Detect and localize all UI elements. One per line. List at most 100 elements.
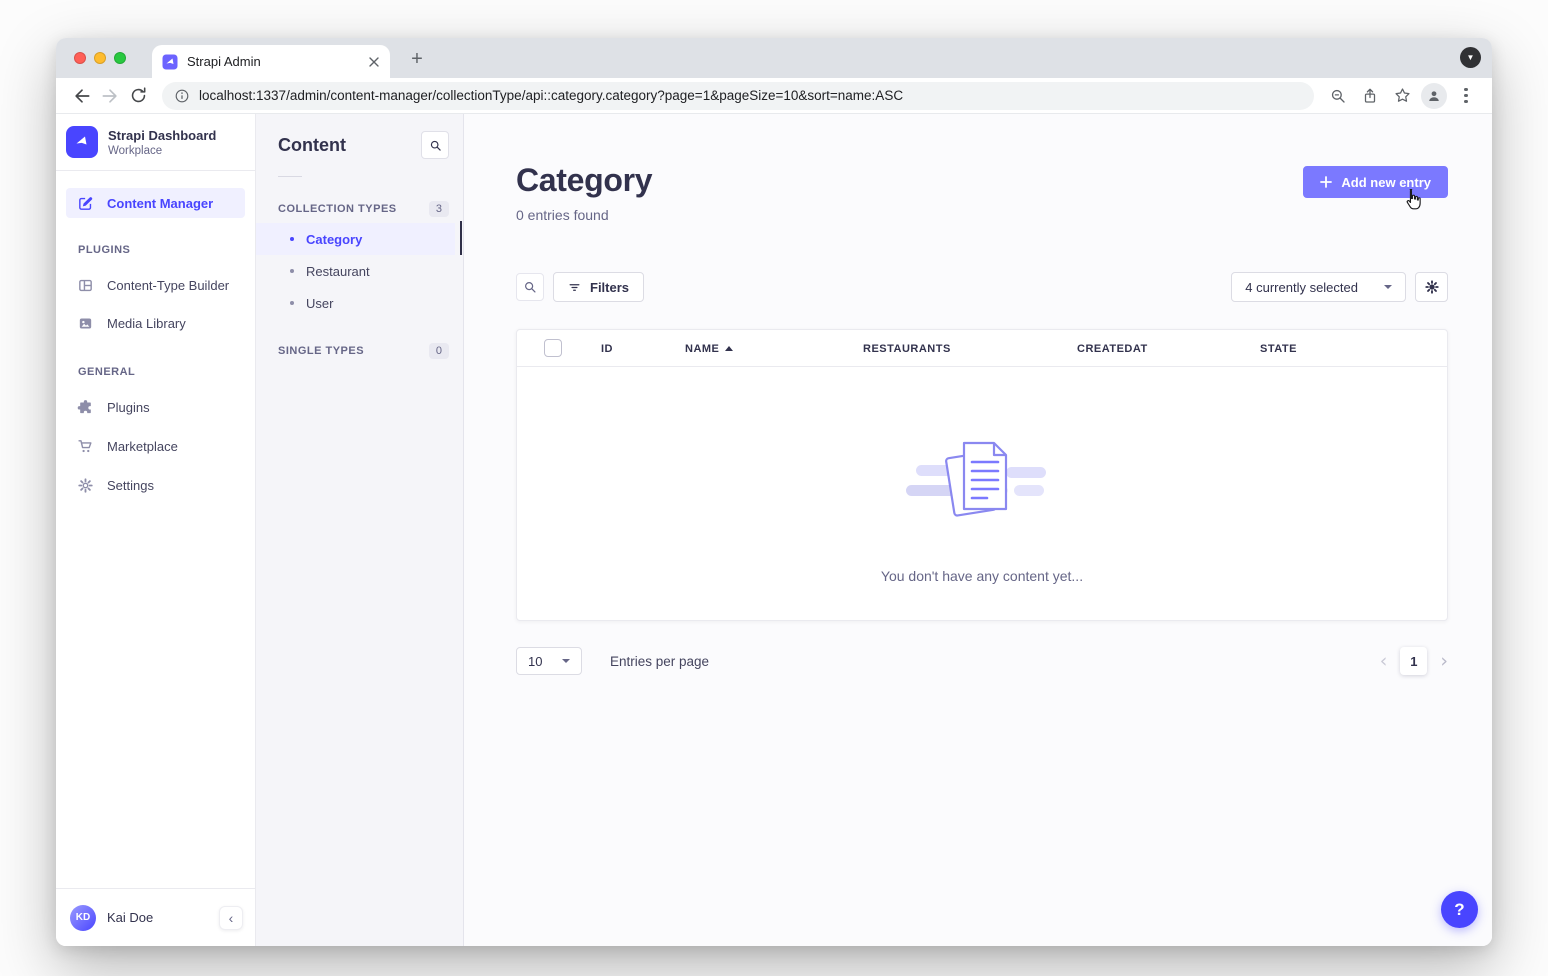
main-sidebar: Strapi Dashboard Workplace Content Manag… — [56, 114, 256, 946]
collapse-sidebar-button[interactable]: ‹ — [219, 906, 243, 930]
gear-icon — [77, 477, 94, 494]
chevron-down-icon — [562, 659, 570, 663]
collection-type-label: User — [306, 296, 333, 311]
url-text: localhost:1337/admin/content-manager/col… — [199, 88, 903, 103]
collection-type-item-user[interactable]: User — [256, 287, 463, 319]
tab-title: Strapi Admin — [187, 54, 368, 69]
fields-selected-dropdown[interactable]: 4 currently selected — [1231, 272, 1406, 302]
column-header-state[interactable]: STATE — [1260, 330, 1297, 367]
layout-grid-icon — [77, 277, 94, 294]
sidebar-item-content-manager[interactable]: Content Manager — [66, 188, 245, 218]
filter-icon — [568, 281, 581, 294]
table-header-row: ID NAME RESTAURANTS CREATEDAT STATE — [517, 330, 1447, 367]
sidebar-item-media-library[interactable]: Media Library — [66, 308, 245, 338]
zoom-search-icon[interactable] — [1324, 82, 1352, 110]
collection-type-label: Restaurant — [306, 264, 370, 279]
content-nav-title: Content — [278, 135, 346, 156]
collection-type-label: Category — [306, 232, 362, 247]
bullet-icon — [290, 269, 294, 273]
help-button[interactable]: ? — [1441, 891, 1478, 928]
column-header-name[interactable]: NAME — [685, 330, 733, 367]
sidebar-item-plugins[interactable]: Plugins — [66, 392, 245, 422]
filters-button[interactable]: Filters — [553, 272, 644, 302]
sidebar-item-label: Plugins — [107, 400, 150, 415]
minimize-window-icon[interactable] — [94, 52, 106, 64]
strapi-app: Strapi Dashboard Workplace Content Manag… — [56, 114, 1492, 946]
collection-types-label: COLLECTION TYPES — [278, 203, 397, 215]
bullet-icon — [290, 237, 294, 241]
bookmark-star-icon[interactable] — [1388, 82, 1416, 110]
pagination-bar: 10 Entries per page ‹ 1 › — [516, 647, 1448, 675]
puzzle-icon — [77, 399, 94, 416]
collection-type-item-restaurant[interactable]: Restaurant — [256, 255, 463, 287]
add-new-entry-button[interactable]: Add new entry — [1303, 166, 1448, 198]
forward-button[interactable] — [96, 82, 124, 110]
cart-icon — [77, 438, 94, 455]
workspace-header[interactable]: Strapi Dashboard Workplace — [56, 114, 255, 170]
share-icon[interactable] — [1356, 82, 1384, 110]
general-section-label: GENERAL — [78, 366, 255, 378]
sidebar-footer: KD Kai Doe ‹ — [56, 888, 255, 946]
column-header-id[interactable]: ID — [601, 330, 613, 367]
strapi-logo-icon — [66, 126, 98, 158]
column-header-restaurants[interactable]: RESTAURANTS — [863, 330, 951, 367]
content-nav-divider — [278, 176, 302, 177]
content-sidebar: Content COLLECTION TYPES 3 Category Rest… — [256, 114, 464, 946]
page-number-button[interactable]: 1 — [1400, 647, 1427, 675]
column-header-createdat[interactable]: CREATEDAT — [1077, 330, 1148, 367]
url-bar[interactable]: localhost:1337/admin/content-manager/col… — [162, 82, 1314, 110]
browser-tab[interactable]: Strapi Admin — [152, 45, 390, 78]
previous-page-button[interactable]: ‹ — [1380, 652, 1388, 671]
next-page-button[interactable]: › — [1440, 652, 1448, 671]
browser-window: Strapi Admin + ▼ localhost:1337/admin/co… — [56, 38, 1492, 946]
scrollbar-thumb[interactable] — [460, 221, 463, 255]
browser-extension-badge-icon[interactable]: ▼ — [1460, 47, 1481, 68]
collection-types-count: 3 — [429, 201, 449, 217]
browser-toolbar: localhost:1337/admin/content-manager/col… — [56, 78, 1492, 114]
strapi-favicon — [162, 54, 178, 70]
page-size-dropdown[interactable]: 10 — [516, 647, 582, 675]
new-tab-button[interactable]: + — [404, 46, 430, 72]
entries-per-page-label: Entries per page — [610, 654, 709, 669]
edit-pen-icon — [77, 195, 94, 212]
chevron-down-icon — [1384, 285, 1392, 289]
sidebar-item-content-type-builder[interactable]: Content-Type Builder — [66, 270, 245, 300]
main-content: Category 0 entries found Add new entry — [464, 114, 1492, 946]
entries-found-text: 0 entries found — [516, 207, 652, 223]
single-types-count: 0 — [429, 343, 449, 359]
bullet-icon — [290, 301, 294, 305]
sidebar-item-settings[interactable]: Settings — [66, 470, 245, 500]
zoom-window-icon[interactable] — [114, 52, 126, 64]
sort-ascending-icon — [725, 346, 733, 351]
workspace-subtitle: Workplace — [108, 145, 216, 157]
sidebar-item-label: Media Library — [107, 316, 186, 331]
back-button[interactable] — [68, 82, 96, 110]
close-window-icon[interactable] — [74, 52, 86, 64]
browser-tab-strip: Strapi Admin + ▼ — [56, 38, 1492, 78]
select-all-checkbox[interactable] — [544, 339, 562, 357]
sidebar-item-label: Marketplace — [107, 439, 178, 454]
sidebar-item-label: Settings — [107, 478, 154, 493]
user-avatar[interactable]: KD — [70, 905, 96, 931]
refresh-button[interactable] — [124, 82, 152, 110]
content-search-button[interactable] — [421, 131, 449, 159]
sidebar-item-label: Content-Type Builder — [107, 278, 229, 293]
empty-state-text: You don't have any content yet... — [517, 568, 1447, 584]
entries-table: ID NAME RESTAURANTS CREATEDAT STATE — [516, 329, 1448, 621]
site-info-icon[interactable] — [174, 88, 190, 104]
browser-menu-icon[interactable] — [1452, 82, 1480, 110]
single-types-label: SINGLE TYPES — [278, 345, 364, 357]
page-title: Category — [516, 162, 652, 199]
view-settings-button[interactable] — [1415, 272, 1448, 302]
tab-close-icon[interactable] — [368, 56, 380, 68]
user-name[interactable]: Kai Doe — [107, 910, 208, 925]
sidebar-item-marketplace[interactable]: Marketplace — [66, 431, 245, 461]
collection-type-item-category[interactable]: Category — [256, 223, 455, 255]
search-entries-button[interactable] — [516, 273, 544, 301]
plugins-section-label: PLUGINS — [78, 244, 255, 256]
plus-icon — [1320, 176, 1332, 188]
traffic-lights — [74, 52, 126, 64]
empty-documents-illustration — [902, 435, 1062, 542]
profile-avatar-icon[interactable] — [1420, 82, 1448, 110]
image-icon — [77, 315, 94, 332]
